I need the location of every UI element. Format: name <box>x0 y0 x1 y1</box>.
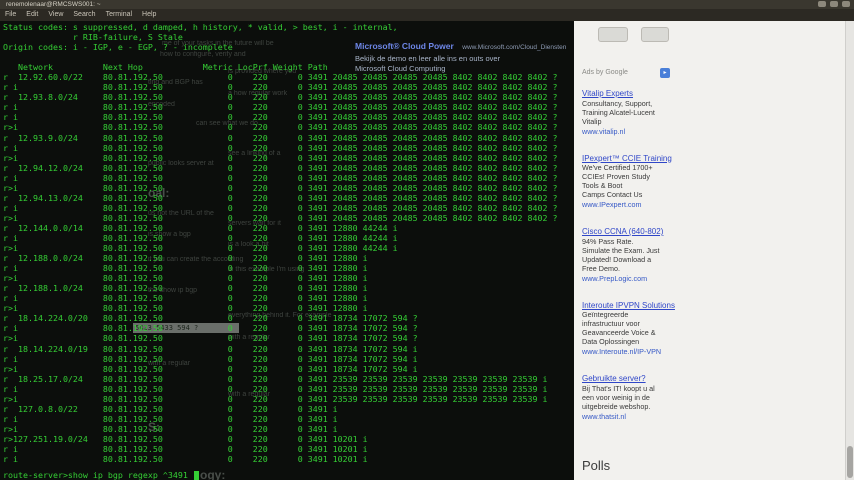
ad-text: Simulate the Exam. Just <box>582 245 660 255</box>
ad-text: CCIEs! Proven Study <box>582 172 650 181</box>
ad-text: Training Alcatel-Lucent <box>582 107 655 117</box>
prompt-line[interactable]: route-server>show ip bgp regexp ^3491 <box>3 470 199 480</box>
terminal-window[interactable]: me of your tasks in the future will be ho… <box>0 21 574 480</box>
menu-bar: File Edit View Search Terminal Help <box>0 9 854 21</box>
ad-text: 94% Pass Rate. <box>582 236 634 246</box>
ad-text: uitgebreide webshop. <box>582 401 651 411</box>
close-button[interactable] <box>842 1 850 7</box>
polls-heading: Polls <box>582 458 611 473</box>
menu-help[interactable]: Help <box>142 9 156 21</box>
ad-title-link[interactable]: Cisco CCNA (640-802) <box>582 227 694 237</box>
ad-text: Camps Contact Us <box>582 190 643 199</box>
window-titlebar: renemolenaar@RMCSWS001: ~ <box>0 0 854 9</box>
ad-url-link[interactable]: www.vitalip.nl <box>582 127 694 136</box>
ad-text: Tools & Boot <box>582 181 623 190</box>
ad-block: Cisco CCNA (640-802) 94% Pass Rate. Simula… <box>582 227 694 283</box>
ad-text: We've Certified 1700+ <box>582 163 653 172</box>
ad-text: Bij That's IT! koopt u al <box>582 383 655 393</box>
adchoices-icon[interactable]: ▸ <box>660 68 670 78</box>
ad-text: Geïntegreerde <box>582 310 629 319</box>
page-scrollbar[interactable] <box>845 21 854 480</box>
minimize-button[interactable] <box>818 1 826 7</box>
window-controls <box>818 1 850 7</box>
ad-text: Consultancy, Support, <box>582 98 653 108</box>
menu-search[interactable]: Search <box>73 9 95 21</box>
maximize-button[interactable] <box>830 1 838 7</box>
ad-title-link[interactable]: IPexpert™ CCIE Training <box>582 154 694 164</box>
share-widget-button-1[interactable] <box>598 27 628 42</box>
ad-title-link[interactable]: Vitalip Experts <box>582 89 694 99</box>
ad-url-link[interactable]: www.Interoute.nl/IP-VPN <box>582 347 694 356</box>
ads-by-google-label: Ads by Google <box>582 69 628 76</box>
prompt-command: route-server>show ip bgp regexp ^3491 <box>3 470 193 480</box>
ad-block: Gebruikte server? Bij That's IT! koopt u … <box>582 374 694 421</box>
ad-block: IPexpert™ CCIE Training We've Certified 1… <box>582 154 694 210</box>
scrollbar-thumb[interactable] <box>847 446 853 478</box>
ads-list: Vitalip Experts Consultancy, Support, Trai… <box>582 89 694 439</box>
browser-page: Ads by Google ▸ Vitalip Experts Consultan… <box>574 21 854 480</box>
ad-url-link[interactable]: www.IPexpert.com <box>582 200 694 209</box>
terminal-body[interactable]: Status codes: s suppressed, d damped, h … <box>3 22 557 464</box>
ad-block: Vitalip Experts Consultancy, Support, Trai… <box>582 89 694 136</box>
share-widget-button-2[interactable] <box>641 27 669 42</box>
menu-file[interactable]: File <box>5 9 16 21</box>
ad-url-link[interactable]: www.thatsit.nl <box>582 412 694 421</box>
ad-title-link[interactable]: Gebruikte server? <box>582 374 694 384</box>
menu-terminal[interactable]: Terminal <box>106 9 132 21</box>
window-title: renemolenaar@RMCSWS001: ~ <box>6 1 101 8</box>
menu-edit[interactable]: Edit <box>26 9 38 21</box>
menu-view[interactable]: View <box>48 9 63 21</box>
terminal-cursor <box>193 471 199 480</box>
ad-text: Updated! Download a <box>582 254 652 264</box>
ad-text: Vitalip <box>582 116 602 126</box>
ad-text: een voor weinig in de <box>582 392 650 402</box>
ad-text: Data Oplossingen <box>582 337 640 346</box>
ad-url-link[interactable]: www.PrepLogic.com <box>582 274 694 283</box>
ad-title-link[interactable]: Interoute IPVPN Solutions <box>582 301 694 311</box>
ghost-text: ogy: <box>200 468 226 480</box>
ad-text: infrastructuur voor <box>582 319 640 328</box>
ad-text: Geavanceerde Voice & <box>582 328 656 337</box>
ad-block: Interoute IPVPN Solutions Geïntegreerde in… <box>582 301 694 357</box>
ad-text: Free Demo. <box>582 263 620 273</box>
